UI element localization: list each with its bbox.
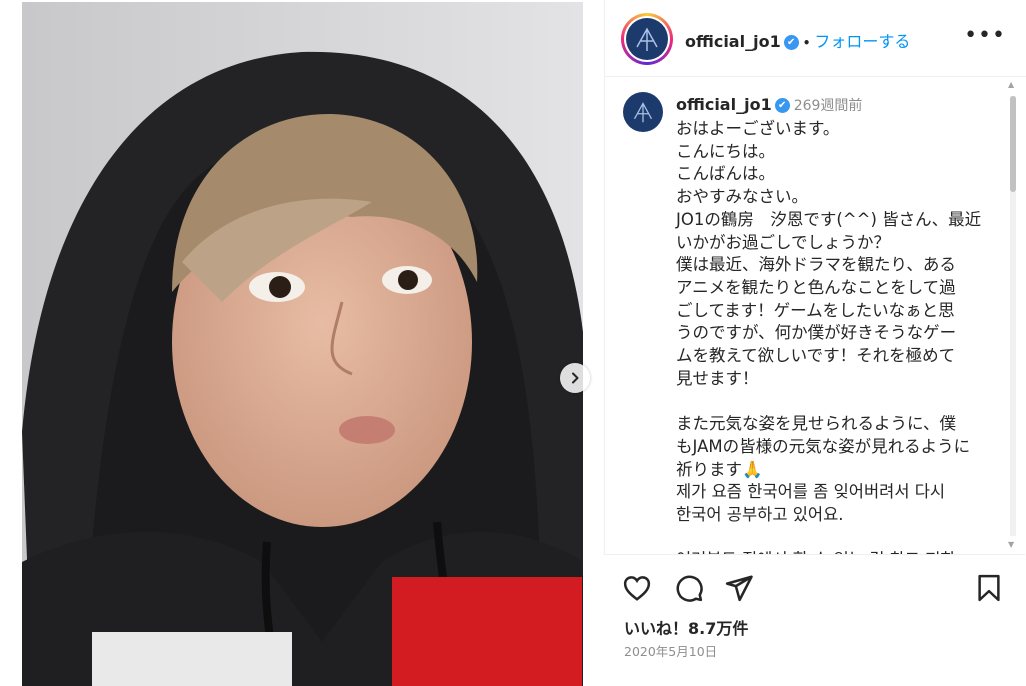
verified-badge-icon: ✔ [774, 98, 790, 113]
paper-plane-icon[interactable] [724, 573, 754, 603]
post-date: 2020年5月10日 [624, 644, 718, 659]
logo-icon [633, 102, 653, 123]
caption-username[interactable]: official_jo1 [676, 95, 772, 114]
logo-icon [636, 27, 658, 51]
heart-icon[interactable] [622, 573, 652, 603]
avatar [626, 18, 668, 60]
verified-badge-icon: ✔ [783, 35, 799, 50]
scroll-down-icon[interactable]: ▼ [1008, 540, 1014, 549]
caption-avatar[interactable] [623, 92, 663, 132]
scroll-thumb[interactable] [1010, 96, 1016, 192]
post-caption: おはよーございます。 こんにちは。 こんばんは。 おやすみなさい。 JO1の鶴房… [676, 119, 982, 554]
post-time: 269週間前 [793, 98, 863, 114]
more-options-icon[interactable]: ••• [964, 25, 1006, 47]
next-photo-button[interactable] [560, 363, 590, 393]
follow-button[interactable]: フォローする [814, 32, 910, 51]
chevron-right-icon [572, 372, 579, 384]
caption-scrollbar[interactable]: ▲ ▼ [1006, 78, 1020, 552]
username-link[interactable]: official_jo1 [685, 32, 781, 51]
post-actions: いいね！8.7万件 2020年5月10日 [604, 554, 1025, 686]
post-photo [22, 2, 583, 686]
comment-icon[interactable] [674, 573, 704, 603]
story-ring[interactable] [621, 13, 673, 65]
separator-dot: • [802, 36, 811, 50]
likes-count[interactable]: いいね！8.7万件 [624, 615, 748, 639]
caption-header: official_jo1 ✔ 269週間前 [676, 95, 862, 115]
bookmark-icon[interactable] [974, 573, 1004, 603]
scroll-up-icon[interactable]: ▲ [1008, 80, 1014, 89]
header-username-row: official_jo1 ✔ • フォローする [685, 28, 910, 52]
caption-area: official_jo1 ✔ 269週間前 おはよーございます。 こんにちは。 こん… [605, 78, 1026, 554]
post-header: official_jo1 ✔ • フォローする ••• [605, 0, 1026, 77]
selfie-image [22, 2, 583, 686]
